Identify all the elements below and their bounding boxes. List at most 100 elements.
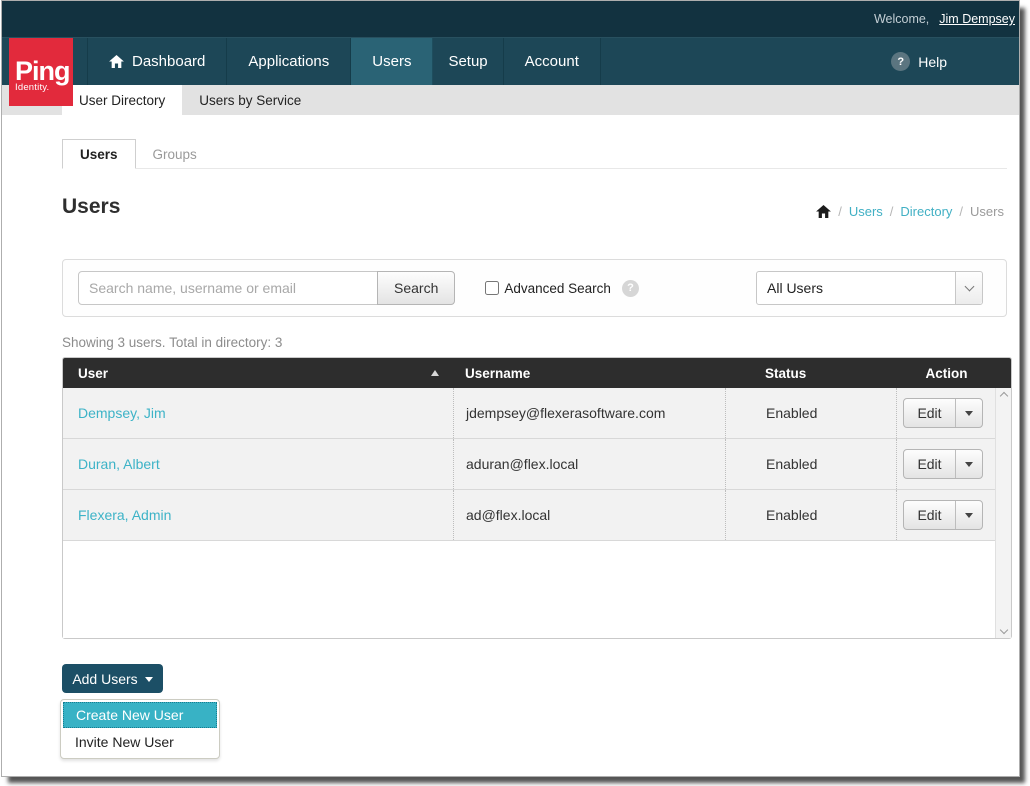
advanced-search-checkbox[interactable] [485,281,499,295]
column-label: Status [765,366,806,381]
edit-button-label[interactable]: Edit [904,501,954,529]
column-header-status[interactable]: Status [725,358,896,388]
ping-identity-logo[interactable]: Ping Identity. [9,38,73,106]
search-panel: Search Advanced Search ? All Users [62,259,1007,317]
top-welcome-bar: Welcome, Jim Dempsey [2,1,1019,37]
scroll-down-icon[interactable] [999,626,1007,634]
column-header-user[interactable]: User [63,358,453,388]
home-icon [109,55,124,68]
table-row: Flexera, Admin ad@flex.local Enabled Edi… [63,490,1011,541]
help-menu[interactable]: ? Help [891,38,1019,85]
users-table: User Username Status Action Demp [62,357,1012,639]
filter-selected-value: All Users [757,272,955,304]
add-users-menu: Create New User Invite New User [60,699,220,759]
table-scrollbar[interactable] [995,388,1011,638]
breadcrumb-separator: / [838,204,842,219]
column-header-action: Action [896,358,1011,388]
chevron-down-icon [955,272,982,304]
logo-brand-text: Ping [15,60,73,82]
edit-dropdown-caret[interactable] [955,450,982,478]
results-summary: Showing 3 users. Total in directory: 3 [62,335,1010,350]
username-cell: aduran@flex.local [466,456,578,472]
status-cell: Enabled [766,405,817,421]
breadcrumb-home-icon[interactable] [816,205,831,218]
title-row: Users / Users / Directory / Users [62,195,1012,219]
status-cell: Enabled [766,507,817,523]
username-cell: ad@flex.local [466,507,550,523]
menu-item-invite-new-user[interactable]: Invite New User [63,728,217,756]
edit-split-button[interactable]: Edit [903,398,982,428]
add-users-button[interactable]: Add Users [62,664,163,693]
user-name-link[interactable]: Flexera, Admin [78,507,171,523]
advanced-search-label: Advanced Search [504,281,611,296]
table-row: Duran, Albert aduran@flex.local Enabled … [63,439,1011,490]
edit-button-label[interactable]: Edit [904,450,954,478]
directory-tabs: Users Groups [62,139,1007,169]
breadcrumb-link-users[interactable]: Users [849,204,883,219]
app-window: Welcome, Jim Dempsey Ping Identity. Dash… [1,0,1020,777]
column-label: Action [926,366,968,381]
tab-user-directory[interactable]: User Directory [62,85,182,115]
caret-down-icon [965,411,973,416]
sort-asc-icon [431,370,439,376]
table-header: User Username Status Action [63,358,1011,388]
breadcrumb-separator: / [890,204,894,219]
nav-item-setup[interactable]: Setup [433,38,503,85]
nav-item-applications[interactable]: Applications [227,38,351,85]
user-name-link[interactable]: Duran, Albert [78,456,160,472]
tab-label: Groups [153,147,197,162]
tab-users[interactable]: Users [62,139,136,169]
nav-label: Users [372,53,411,70]
menu-item-create-new-user[interactable]: Create New User [63,702,217,728]
screenshot-stage: Welcome, Jim Dempsey Ping Identity. Dash… [0,0,1030,786]
nav-item-users[interactable]: Users [351,38,433,85]
search-button[interactable]: Search [377,271,455,305]
caret-down-icon [145,677,153,682]
nav-item-dashboard[interactable]: Dashboard [87,38,227,85]
nav-label: Account [525,53,579,70]
main-navbar: Ping Identity. Dashboard Applications Us… [2,37,1019,85]
username-cell: jdempsey@flexerasoftware.com [466,405,665,421]
edit-split-button[interactable]: Edit [903,449,982,479]
nav-list: Dashboard Applications Users Setup Accou… [87,38,601,85]
tab-users-by-service[interactable]: Users by Service [182,85,318,115]
tab-label: User Directory [79,93,165,108]
edit-dropdown-caret[interactable] [955,501,982,529]
nav-label: Dashboard [132,53,205,70]
tab-groups[interactable]: Groups [136,139,214,169]
edit-dropdown-caret[interactable] [955,399,982,427]
advanced-search-group: Advanced Search ? [485,280,639,297]
table-body: Dempsey, Jim jdempsey@flexerasoftware.co… [63,388,1011,638]
search-input[interactable] [78,271,378,305]
breadcrumb-separator: / [959,204,963,219]
breadcrumb-link-directory[interactable]: Directory [900,204,952,219]
welcome-label: Welcome, [874,12,929,26]
edit-button-label[interactable]: Edit [904,399,954,427]
caret-down-icon [965,462,973,467]
page-content: Users Groups Users / Users / Directory [2,139,1019,759]
scroll-up-icon[interactable] [999,392,1007,400]
breadcrumb-current: Users [970,204,1004,219]
nav-label: Applications [248,53,329,70]
tab-label: Users by Service [199,93,301,108]
page-title: Users [62,195,120,219]
help-label: Help [918,54,947,70]
nav-label: Setup [448,53,487,70]
current-user-link[interactable]: Jim Dempsey [939,12,1015,26]
service-tabs-strip: User Directory Users by Service [2,85,1019,115]
breadcrumb: / Users / Directory / Users [816,204,1012,219]
column-label: Username [465,366,530,381]
status-cell: Enabled [766,456,817,472]
add-users-label: Add Users [72,671,137,687]
column-header-username[interactable]: Username [453,358,725,388]
user-filter-select[interactable]: All Users [756,271,983,305]
user-name-link[interactable]: Dempsey, Jim [78,405,166,421]
help-question-icon: ? [891,52,910,71]
column-label: User [78,366,108,381]
nav-item-account[interactable]: Account [504,38,601,85]
caret-down-icon [965,513,973,518]
table-row: Dempsey, Jim jdempsey@flexerasoftware.co… [63,388,1011,439]
tab-label: Users [80,147,118,162]
advanced-search-help-icon[interactable]: ? [622,280,639,297]
edit-split-button[interactable]: Edit [903,500,982,530]
